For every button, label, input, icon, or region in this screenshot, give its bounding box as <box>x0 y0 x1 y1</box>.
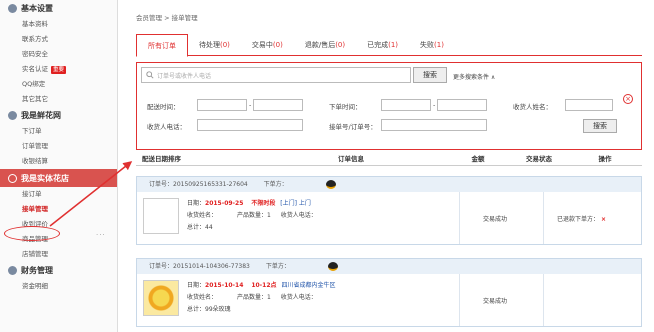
tab-label: 退款/售后 <box>304 41 336 49</box>
col-status: 交易状态 <box>526 155 552 163</box>
recipient-phone-label: 收货人电话： <box>147 123 186 131</box>
orderer-label: 下单方： <box>263 181 288 188</box>
tab-count: (1) <box>434 41 444 49</box>
qty-value: 1 <box>266 212 271 219</box>
order-time-end[interactable] <box>437 99 487 111</box>
divider <box>543 192 544 244</box>
order-body: 日期：2015-10-14 10-12点 四川省成都内金牛区 收货姓名： 产品数… <box>137 274 641 326</box>
tab-label: 已完成 <box>367 41 389 49</box>
order-tabs: 所有订单 待处理(0) 交易中(0) 退款/售后(0) 已完成(1) 失败(1) <box>136 34 642 57</box>
filter-panel: 订单号或收件人电话 搜索 更多搜索条件 ∧ 配送时间： - 下单时间： - 收货… <box>136 62 642 150</box>
order-time-start[interactable] <box>381 99 431 111</box>
order-card: 订单号：20150925165331-27604 下单方： 日期：2015-09… <box>136 176 642 245</box>
filter-search-button[interactable]: 搜索 <box>583 119 617 133</box>
recipient-phone-input[interactable] <box>197 119 303 131</box>
amount-label: 总计： <box>187 224 206 231</box>
tab-label: 交易中 <box>251 41 273 49</box>
order-body: 日期：2015-09-25 不限时段 [上门] 上门 收货姓名： 产品数量：1 … <box>137 192 641 244</box>
range-dash: - <box>433 101 436 109</box>
order-header: 订单号：20150925165331-27604 下单方： <box>137 177 641 192</box>
date-label: 日期： <box>187 200 206 207</box>
order-date: 2015-10-14 <box>205 282 244 289</box>
order-recipient-line: 收货姓名： 产品数量：1 收货人电话： <box>187 292 317 301</box>
search-placeholder: 订单号或收件人电话 <box>157 72 212 80</box>
time-tag: 10-12点 <box>251 282 277 289</box>
order-time-label: 下单时间： <box>329 103 362 111</box>
col-amount: 金额 <box>471 155 485 163</box>
delivery-time-label: 配送时间： <box>147 103 180 111</box>
range-dash: - <box>249 101 252 109</box>
more-conditions-toggle[interactable]: 更多搜索条件 ∧ <box>453 72 495 81</box>
qty-value: 1 <box>266 294 271 301</box>
time-tag: 不限时段 <box>251 200 276 207</box>
search-input[interactable]: 订单号或收件人电话 <box>141 67 411 83</box>
col-delivery-sort[interactable]: 配送日期排序 <box>136 152 256 165</box>
tab-count: (1) <box>388 41 399 49</box>
amount-label: 总计： <box>187 306 206 313</box>
tab-completed[interactable]: 已完成(1) <box>356 34 409 56</box>
tab-label: 待处理 <box>199 41 220 49</box>
divider <box>543 274 544 326</box>
order-status: 交易成功 <box>483 298 508 305</box>
close-circle-icon[interactable]: × <box>623 94 633 104</box>
order-recipient-line: 收货姓名： 产品数量：1 收货人电话： <box>187 210 317 219</box>
recipient-name-input[interactable] <box>565 99 613 111</box>
breadcrumb: 会员管理 > 接单管理 <box>136 14 198 22</box>
divider <box>459 274 460 326</box>
order-date-line: 日期：2015-10-14 10-12点 四川省成都内金牛区 <box>187 280 335 289</box>
tab-all[interactable]: 所有订单 <box>136 34 188 57</box>
delete-icon[interactable]: × <box>601 216 606 223</box>
order-header: 订单号：20151014-104306-77383 下单方： <box>137 259 641 274</box>
amount-value: 44 <box>205 224 213 231</box>
op-text: 已退款下单方： <box>557 216 600 223</box>
tab-pending[interactable]: 待处理(0) <box>188 34 241 56</box>
recipient-label: 收货姓名： <box>187 294 218 301</box>
phone-label: 收货人电话： <box>280 212 317 219</box>
tab-count: (0) <box>335 41 346 49</box>
order-no-label: 订单号： <box>149 263 174 270</box>
tab-label: 失败 <box>420 41 435 49</box>
order-amount-line: 总计：99朵玫瑰 <box>187 304 231 313</box>
orderer-label: 下单方： <box>265 263 290 270</box>
shop-tag: [上门] 上门 <box>280 200 311 207</box>
main-content: 会员管理 > 接单管理 所有订单 待处理(0) 交易中(0) 退款/售后(0) … <box>118 0 654 332</box>
amount-value: 99朵玫瑰 <box>205 306 231 313</box>
order-operation: 已退款下单方： × <box>557 214 606 223</box>
recipient-name-label: 收货人姓名： <box>513 103 552 111</box>
order-no: 20151014-104306-77383 <box>173 263 250 270</box>
tab-count: (0) <box>220 41 230 49</box>
order-no: 20150925165331-27604 <box>173 181 248 188</box>
order-card: 订单号：20151014-104306-77383 下单方： 日期：2015-1… <box>136 258 642 327</box>
order-date-line: 日期：2015-09-25 不限时段 [上门] 上门 <box>187 198 311 207</box>
search-button[interactable]: 搜索 <box>413 67 447 83</box>
product-thumbnail[interactable] <box>143 198 179 234</box>
delivery-time-end[interactable] <box>253 99 303 111</box>
search-icon <box>146 71 154 79</box>
col-order-info: 订单信息 <box>338 155 364 163</box>
divider <box>459 192 460 244</box>
qq-icon[interactable] <box>325 180 336 189</box>
order-amount-line: 总计：44 <box>187 222 213 231</box>
delivery-time-start[interactable] <box>197 99 247 111</box>
date-label: 日期： <box>187 282 206 289</box>
qty-label: 产品数量： <box>236 294 267 301</box>
order-status: 交易成功 <box>483 216 508 223</box>
tab-trading[interactable]: 交易中(0) <box>241 34 294 56</box>
order-no-input[interactable] <box>381 119 487 131</box>
qty-label: 产品数量： <box>236 212 267 219</box>
shop-tag: 四川省成都内金牛区 <box>281 282 336 289</box>
phone-label: 收货人电话： <box>280 294 317 301</box>
product-thumbnail[interactable] <box>143 280 179 316</box>
tab-label: 所有订单 <box>148 42 176 50</box>
tab-count: (0) <box>272 41 283 49</box>
recipient-label: 收货姓名： <box>187 212 218 219</box>
col-operation: 操作 <box>598 155 612 163</box>
order-no-label: 接单号/订单号： <box>329 123 377 131</box>
order-no-label: 订单号： <box>149 181 174 188</box>
orders-table-header: 配送日期排序 订单信息 金额 交易状态 操作 <box>136 152 642 166</box>
tab-refund[interactable]: 退款/售后(0) <box>294 34 356 56</box>
qq-icon[interactable] <box>327 262 338 271</box>
tab-failed[interactable]: 失败(1) <box>409 34 455 56</box>
order-date: 2015-09-25 <box>205 200 244 207</box>
